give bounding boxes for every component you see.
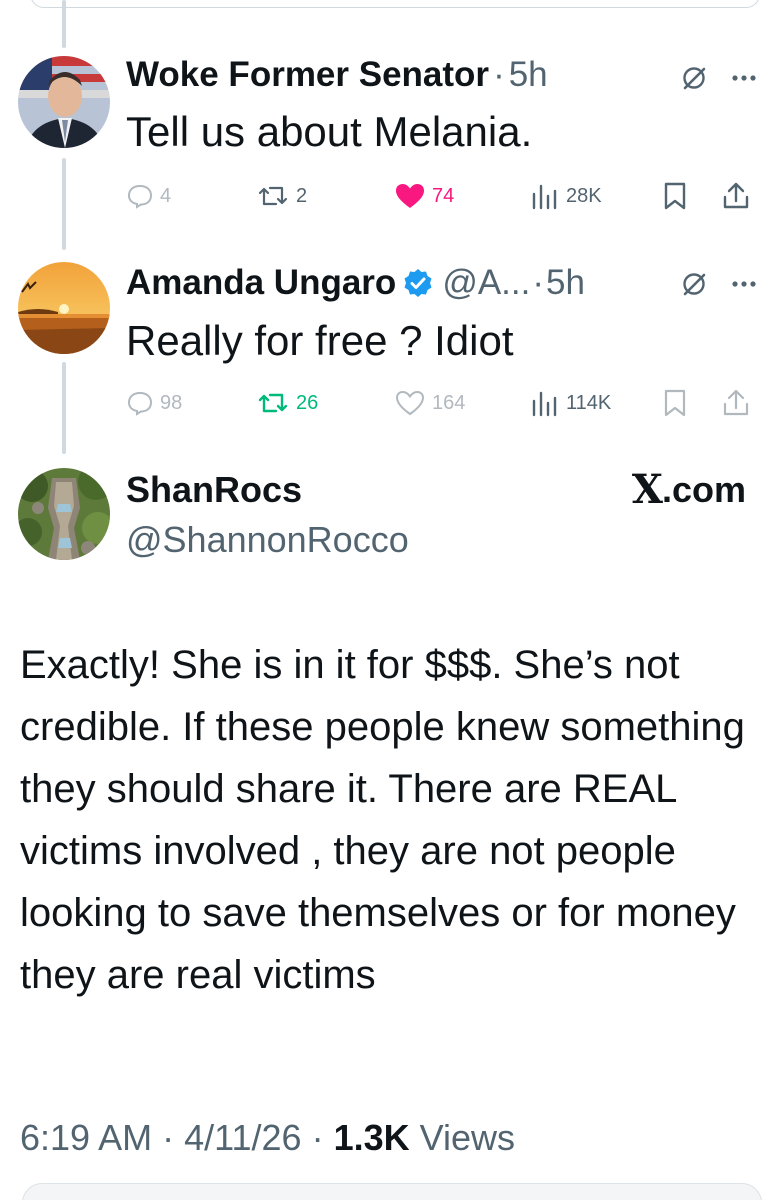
views-count: 28K xyxy=(566,184,602,207)
bookmark-button[interactable] xyxy=(662,178,694,214)
separator-dot: · xyxy=(493,55,505,94)
grok-slash-icon[interactable] xyxy=(676,266,712,302)
share-upload-icon xyxy=(723,389,749,416)
source-domain-suffix: .com xyxy=(661,469,746,510)
user-handle[interactable]: @ShannonRocco xyxy=(126,518,409,562)
views-button[interactable]: 28K xyxy=(530,178,602,214)
user-handle[interactable]: @A... xyxy=(442,262,530,304)
like-count: 164 xyxy=(432,391,466,414)
timestamp[interactable]: 5h xyxy=(509,54,548,96)
avatar[interactable] xyxy=(18,468,110,560)
reply-count: 98 xyxy=(160,391,183,414)
more-dots-icon[interactable] xyxy=(726,60,762,96)
action-bar: 4 2 74 28K xyxy=(126,178,766,214)
post-text: Exactly! She is in it for $$$. She’s not… xyxy=(20,643,745,997)
reply-text: Tell us about Melania. xyxy=(126,108,533,155)
post-meta: 6:19 AM · 4/11/26 · 1.3K Views xyxy=(20,1114,515,1162)
x-com-watermark: X .com xyxy=(632,468,746,512)
reply-woke-former-senator[interactable]: Woke Former Senator · 5h Tell us about M… xyxy=(0,0,778,250)
repost-icon xyxy=(258,186,288,206)
comment-bubble-icon xyxy=(127,391,153,416)
post-date[interactable]: 4/11/26 xyxy=(184,1117,301,1158)
like-button[interactable]: 164 xyxy=(394,385,465,421)
display-name[interactable]: Woke Former Senator xyxy=(126,54,489,96)
reply-count: 4 xyxy=(160,184,172,207)
verified-badge-icon xyxy=(402,267,434,299)
repost-icon xyxy=(258,393,288,413)
separator-dot: · xyxy=(162,1117,175,1158)
like-button[interactable]: 74 xyxy=(394,178,454,214)
views-count: 114K xyxy=(566,391,612,414)
share-upload-icon xyxy=(723,182,749,209)
reply-amanda-ungaro[interactable]: Amanda Ungaro @A... · 5h Really for free… xyxy=(0,250,778,460)
comment-bubble-icon xyxy=(127,184,153,209)
reply-input-box[interactable] xyxy=(22,1183,762,1200)
reply-header: Woke Former Senator · 5h xyxy=(126,54,548,96)
repost-button[interactable]: 26 xyxy=(256,385,318,421)
views-count: 1.3K xyxy=(333,1117,410,1158)
x-logo-icon: X xyxy=(631,466,663,513)
avatar[interactable] xyxy=(18,262,110,354)
bar-chart-icon xyxy=(532,391,557,417)
share-button[interactable] xyxy=(722,385,756,421)
share-button[interactable] xyxy=(722,178,756,214)
reply-button[interactable]: 98 xyxy=(126,385,182,421)
display-name[interactable]: ShanRocs xyxy=(126,468,302,512)
post-time[interactable]: 6:19 AM xyxy=(20,1117,152,1158)
repost-count: 2 xyxy=(296,184,308,207)
display-name[interactable]: Amanda Ungaro xyxy=(126,262,396,304)
bar-chart-icon xyxy=(532,184,557,210)
heart-icon xyxy=(395,390,425,416)
bookmark-icon xyxy=(664,389,686,417)
separator-dot: · xyxy=(532,263,545,302)
views-label: Views xyxy=(419,1117,516,1158)
repost-button[interactable]: 2 xyxy=(256,178,307,214)
avatar[interactable] xyxy=(18,56,110,148)
reply-text: Really for free ? Idiot xyxy=(126,317,514,364)
reply-button[interactable]: 4 xyxy=(126,178,171,214)
heart-icon xyxy=(396,184,424,208)
grok-slash-icon[interactable] xyxy=(676,60,712,96)
bookmark-icon xyxy=(664,182,686,210)
repost-count: 26 xyxy=(296,391,319,414)
more-dots-icon[interactable] xyxy=(726,266,762,302)
like-count: 74 xyxy=(432,184,455,207)
reply-header: Amanda Ungaro @A... · 5h xyxy=(126,262,585,304)
bookmark-button[interactable] xyxy=(662,385,694,421)
timestamp[interactable]: 5h xyxy=(546,262,585,304)
separator-dot: · xyxy=(311,1117,324,1158)
action-bar: 98 26 164 114K xyxy=(126,385,766,421)
views-button[interactable]: 114K xyxy=(530,385,611,421)
